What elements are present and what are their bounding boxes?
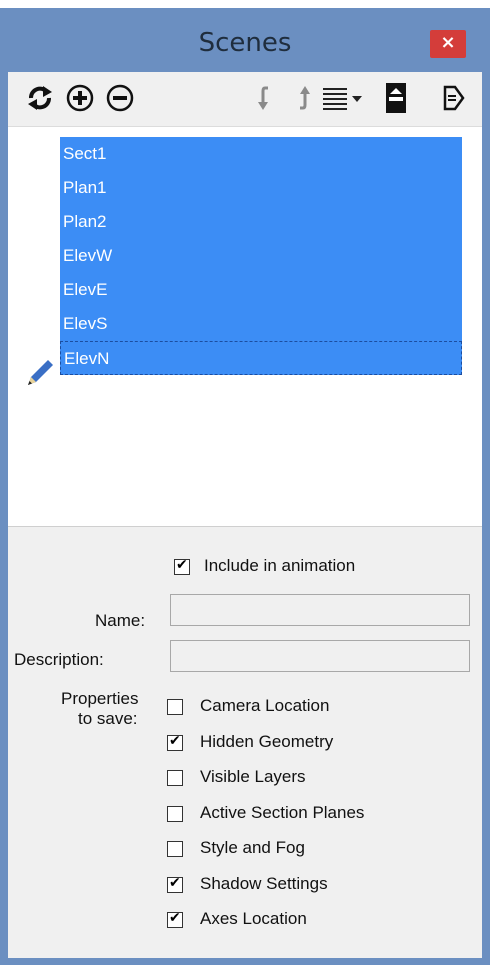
list-item[interactable]: ElevN: [60, 341, 462, 375]
shadow-settings-checkbox[interactable]: [167, 875, 183, 893]
axes-location-checkbox[interactable]: [167, 910, 183, 928]
include-in-animation-checkbox[interactable]: [174, 557, 190, 575]
close-button[interactable]: ×: [430, 30, 466, 58]
view-options-icon[interactable]: [320, 82, 368, 114]
pencil-icon: [24, 357, 56, 389]
hidden-geometry-label: Hidden Geometry: [200, 732, 334, 751]
scene-list[interactable]: Sect1 Plan1 Plan2 ElevW ElevE ElevS Elev…: [8, 126, 482, 527]
list-item[interactable]: Sect1: [60, 137, 462, 171]
scene-details-panel: Include in animation Name: Description: …: [8, 526, 482, 958]
name-label: Name:: [95, 611, 146, 630]
refresh-icon[interactable]: [24, 82, 56, 114]
window-title: Scenes: [198, 28, 292, 58]
include-in-animation-label: Include in animation: [204, 556, 356, 575]
list-item[interactable]: ElevE: [60, 273, 462, 307]
hidden-geometry-checkbox[interactable]: [167, 733, 183, 751]
show-details-icon[interactable]: [380, 82, 412, 114]
properties-label-line1: Properties: [61, 689, 139, 708]
move-up-icon[interactable]: [286, 82, 318, 114]
move-down-icon[interactable]: [250, 82, 282, 114]
title-bar[interactable]: Scenes ×: [8, 8, 482, 72]
remove-scene-icon[interactable]: [104, 82, 136, 114]
description-field[interactable]: [170, 640, 470, 672]
visible-layers-checkbox[interactable]: [167, 770, 183, 786]
name-field[interactable]: [170, 594, 470, 626]
expand-icon[interactable]: [438, 82, 470, 114]
list-item[interactable]: Plan2: [60, 205, 462, 239]
list-item[interactable]: ElevS: [60, 307, 462, 341]
shadow-settings-label: Shadow Settings: [200, 874, 328, 893]
active-section-planes-checkbox[interactable]: [167, 806, 183, 822]
list-item[interactable]: ElevW: [60, 239, 462, 273]
style-and-fog-label: Style and Fog: [200, 838, 305, 857]
active-section-planes-label: Active Section Planes: [200, 803, 365, 822]
description-label: Description:: [14, 650, 104, 669]
properties-label-line2: to save:: [78, 709, 138, 728]
add-scene-icon[interactable]: [64, 82, 96, 114]
visible-layers-label: Visible Layers: [200, 767, 306, 786]
list-item[interactable]: Plan1: [60, 171, 462, 205]
toolbar: [8, 72, 482, 126]
frame-top-edge: [0, 0, 490, 8]
scenes-panel: Sect1 Plan1 Plan2 ElevW ElevE ElevS Elev…: [8, 72, 482, 958]
axes-location-label: Axes Location: [200, 909, 307, 928]
style-and-fog-checkbox[interactable]: [167, 841, 183, 857]
camera-location-checkbox[interactable]: [167, 699, 183, 715]
camera-location-label: Camera Location: [200, 696, 330, 715]
